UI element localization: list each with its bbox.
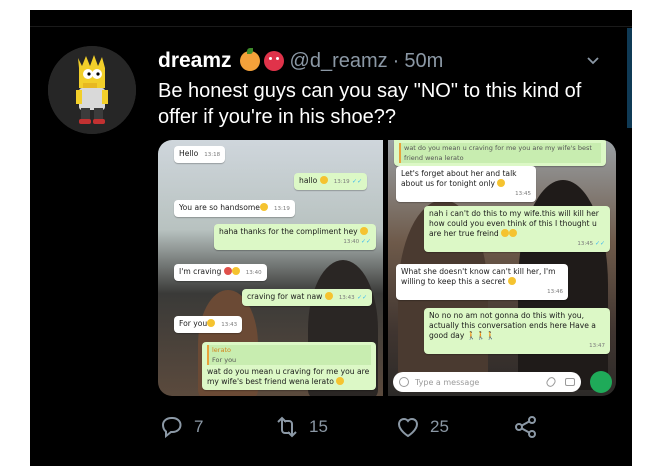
message-text: I'm craving (179, 267, 222, 276)
like-button[interactable]: 25 (394, 412, 449, 442)
retweet-icon (277, 416, 297, 438)
message-text: haha thanks for the compliment hey (219, 227, 358, 236)
send-button[interactable] (590, 371, 612, 393)
retweet-count: 15 (309, 417, 328, 436)
share-icon (515, 416, 536, 438)
tweet-header: dreamz @d_reamz · 50m (158, 48, 443, 74)
reply-count: 7 (194, 417, 204, 436)
heart-eyes-emoji-icon (223, 267, 232, 275)
read-receipt-icon: ✓✓ (357, 294, 368, 301)
message-text: For you (179, 319, 208, 328)
reply-quote: lerato For you (207, 345, 371, 365)
share-button[interactable] (512, 412, 540, 442)
tweet-actions: 7 15 25 (158, 412, 578, 442)
message-time: 13:19 (273, 206, 290, 212)
smile-emoji-icon (360, 227, 369, 235)
read-receipt-icon: ✓✓ (594, 240, 605, 247)
worried-emoji-icon (501, 229, 510, 237)
message-text: You are so handsome (179, 203, 260, 212)
divider (30, 26, 632, 27)
worried-emoji-icon (509, 229, 518, 237)
tears-emoji-icon (231, 267, 240, 275)
smile-emoji-icon (336, 377, 345, 385)
chat-message-out: nah i can't do this to my wife.this will… (424, 206, 610, 252)
peach-emoji-icon (239, 48, 260, 71)
smile-emoji-icon (507, 277, 516, 285)
like-icon (397, 418, 419, 438)
reply-button[interactable]: 7 (158, 412, 203, 442)
like-count: 25 (430, 417, 449, 436)
smile-emoji-icon (319, 176, 328, 184)
chat-message-out: No no no am not gonna do this with you, … (424, 308, 610, 354)
blush-emoji-icon (207, 319, 216, 327)
message-time: 13:19 (333, 179, 350, 185)
message-text: wat do you mean u craving for me you are… (207, 367, 370, 386)
chat-message-out: craving for wat naw 13:43 ✓✓ (242, 289, 373, 306)
reply-quote: wat do you mean u craving for me you are… (399, 143, 601, 163)
message-time: 13:45 (515, 191, 531, 197)
reply-icon (161, 417, 182, 439)
walking-emoji-icon: 🚶🚶🚶 (466, 331, 496, 340)
read-receipt-icon: ✓✓ (352, 178, 363, 185)
chat-message-out: lerato For you wat do you mean u craving … (202, 342, 376, 390)
tweet-card[interactable]: dreamz @d_reamz · 50m Be honest guys can… (30, 10, 632, 466)
message-time: 13:47 (589, 343, 605, 349)
message-input[interactable]: Type a message (393, 372, 581, 392)
chat-message-out: wat do you mean u craving for me you are… (394, 140, 606, 166)
chat-message-out: hallo 13:19 ✓✓ (294, 173, 368, 190)
scrollbar[interactable] (627, 28, 632, 128)
message-text: hallo (299, 176, 318, 185)
message-text: What she doesn't know can't kill her, I'… (401, 267, 556, 286)
chat-message-out: haha thanks for the compliment hey 13:40… (214, 224, 376, 250)
message-time: 13:40 (343, 239, 360, 245)
message-time: 13:43 (338, 295, 355, 301)
camera-icon[interactable] (565, 378, 575, 386)
smile-emoji-icon (497, 179, 506, 187)
avatar-cartoon-icon (48, 46, 136, 134)
attach-icon[interactable] (544, 375, 558, 389)
chat-message-in: Hello 13:18 (174, 146, 226, 163)
tweet-text: Be honest guys can you say "NO" to this … (158, 80, 582, 128)
display-name[interactable]: dreamz (158, 49, 232, 73)
chat-message-in: Let's forget about her and talk about us… (396, 166, 536, 202)
message-time: 13:40 (245, 270, 262, 276)
message-text: Hello (179, 149, 199, 158)
flushed-face-emoji-icon (263, 51, 284, 71)
chat-message-in: I'm craving 13:40 (174, 264, 267, 281)
message-text: craving for wat naw (247, 292, 323, 301)
read-receipt-icon: ✓✓ (360, 238, 371, 245)
chevron-down-icon[interactable] (586, 54, 600, 68)
message-time: 13:43 (221, 322, 238, 328)
user-handle[interactable]: @d_reamz (290, 50, 388, 73)
timestamp[interactable]: 50m (404, 50, 443, 73)
heart-eyes-emoji-icon (259, 203, 268, 211)
emoji-picker-icon[interactable] (399, 377, 409, 387)
message-time: 13:46 (547, 289, 563, 295)
avatar[interactable] (48, 46, 136, 134)
chat-message-in: For you 13:43 (174, 316, 243, 333)
retweet-button[interactable]: 15 (273, 412, 328, 442)
chat-screenshot-right[interactable]: wat do you mean u craving for me you are… (388, 140, 616, 396)
chat-screenshot-left[interactable]: Hello 13:18 hallo 13:19 ✓✓ You are so han… (158, 140, 383, 396)
separator-dot: · (392, 49, 400, 72)
message-time: 13:45 (577, 241, 594, 247)
quote-author: lerato (212, 346, 231, 354)
input-placeholder: Type a message (415, 377, 480, 387)
tweet-media[interactable]: Hello 13:18 hallo 13:19 ✓✓ You are so han… (158, 140, 616, 396)
message-time: 13:18 (204, 152, 221, 158)
smile-emoji-icon (324, 292, 333, 300)
quote-text: For you (212, 356, 237, 364)
chat-message-in: You are so handsome 13:19 (174, 200, 295, 217)
chat-message-in: What she doesn't know can't kill her, I'… (396, 264, 568, 300)
quote-text: wat do you mean u craving for me you are… (404, 144, 592, 162)
message-text: No no no am not gonna do this with you, … (429, 311, 596, 340)
